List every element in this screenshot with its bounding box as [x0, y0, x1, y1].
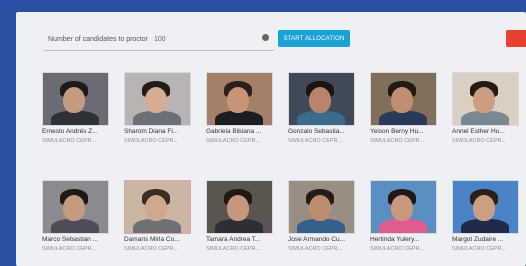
person-face: [391, 87, 413, 113]
candidate-tile[interactable]: Hertinda Yulery... SIMULACRO CEPR...: [370, 180, 442, 260]
candidate-tile[interactable]: Damaris Mirla Co... SIMULACRO CEPR...: [124, 180, 196, 260]
candidate-exam: SIMULACRO CEPR...: [124, 138, 179, 144]
candidate-tile[interactable]: Tamara Andrea T... SIMULACRO CEPR...: [206, 180, 278, 260]
candidate-tile[interactable]: Annel Esther Hu... SIMULACRO CEPR...: [452, 72, 524, 152]
person-body: [51, 111, 99, 125]
candidate-tile[interactable]: Gonzalo Sebastia... SIMULACRO CEPR...: [288, 72, 360, 152]
candidate-name: Hertinda Yulery...: [370, 236, 420, 243]
candidate-count-label: Number of candidates to proctor: [48, 35, 148, 43]
webcam-thumbnail[interactable]: [42, 180, 109, 234]
person-body: [297, 219, 345, 233]
candidate-name: Damaris Mirla Co...: [124, 236, 180, 243]
person-body: [297, 111, 345, 125]
red-action-button[interactable]: [506, 30, 526, 47]
webcam-thumbnail[interactable]: [370, 72, 437, 126]
webcam-thumbnail[interactable]: [452, 180, 519, 234]
person-body: [215, 111, 263, 125]
candidate-exam: SIMULACRO CEPR...: [124, 246, 179, 252]
controls-bar: Number of candidates to proctor 100 STAR…: [16, 28, 526, 52]
person-face: [473, 87, 495, 113]
webcam-thumbnail[interactable]: [288, 72, 355, 126]
webcam-thumbnail[interactable]: [206, 180, 273, 234]
webcam-thumbnail[interactable]: [206, 72, 273, 126]
candidate-count-value: 100: [154, 35, 166, 43]
webcam-thumbnail[interactable]: [452, 72, 519, 126]
person-face: [227, 195, 249, 221]
person-body: [133, 111, 181, 125]
candidate-exam: SIMULACRO CEPR...: [42, 246, 97, 252]
person-body: [461, 111, 509, 125]
candidate-exam: SIMULACRO CEPR...: [452, 138, 507, 144]
candidate-name: Gonzalo Sebastia...: [288, 128, 345, 135]
slider-knob-icon[interactable]: [262, 34, 269, 41]
person-face: [145, 195, 167, 221]
person-face: [309, 87, 331, 113]
webcam-thumbnail[interactable]: [42, 72, 109, 126]
start-allocation-button[interactable]: START ALLOCATION: [278, 30, 350, 47]
candidate-tile[interactable]: Gabriela Bibiana ... SIMULACRO CEPR...: [206, 72, 278, 152]
candidate-exam: SIMULACRO CEPR...: [370, 138, 425, 144]
webcam-thumbnail[interactable]: [124, 180, 191, 234]
person-body: [51, 219, 99, 233]
candidate-exam: SIMULACRO CEPR...: [206, 138, 261, 144]
candidate-exam: SIMULACRO CEPR...: [288, 138, 343, 144]
webcam-thumbnail[interactable]: [288, 180, 355, 234]
candidate-name: Tamara Andrea T...: [206, 236, 261, 243]
candidate-tile[interactable]: Marco Sebastian ... SIMULACRO CEPR...: [42, 180, 114, 260]
candidate-exam: SIMULACRO CEPR...: [288, 246, 343, 252]
candidate-tile[interactable]: Ernesto Andrés Z... SIMULACRO CEPR...: [42, 72, 114, 152]
candidate-exam: SIMULACRO CEPR...: [206, 246, 261, 252]
candidate-exam: SIMULACRO CEPR...: [42, 138, 97, 144]
person-body: [379, 219, 427, 233]
candidate-name: Ernesto Andrés Z...: [42, 128, 98, 135]
person-body: [379, 111, 427, 125]
candidate-name: Margot Zudaire ...: [452, 236, 504, 243]
candidate-name: Gabriela Bibiana ...: [206, 128, 262, 135]
candidate-tile[interactable]: Jose Armando Cu... SIMULACRO CEPR...: [288, 180, 360, 260]
person-face: [309, 195, 331, 221]
candidate-tile[interactable]: Sharom Diana Fl... SIMULACRO CEPR...: [124, 72, 196, 152]
candidate-row-2: Marco Sebastian ... SIMULACRO CEPR... Dama…: [42, 180, 526, 260]
person-face: [63, 195, 85, 221]
person-body: [133, 219, 181, 233]
candidate-count-field[interactable]: Number of candidates to proctor 100: [44, 28, 274, 51]
person-face: [145, 87, 167, 113]
candidate-name: Marco Sebastian ...: [42, 236, 98, 243]
webcam-thumbnail[interactable]: [124, 72, 191, 126]
candidate-exam: SIMULACRO CEPR...: [370, 246, 425, 252]
webcam-thumbnail[interactable]: [370, 180, 437, 234]
person-face: [473, 195, 495, 221]
candidate-name: Jose Armando Cu...: [288, 236, 346, 243]
proctor-panel: Number of candidates to proctor 100 STAR…: [16, 12, 526, 266]
person-face: [391, 195, 413, 221]
candidate-exam: SIMULACRO CEPR...: [452, 246, 507, 252]
person-body: [461, 219, 509, 233]
candidate-name: Sharom Diana Fl...: [124, 128, 179, 135]
person-body: [215, 219, 263, 233]
candidate-tile[interactable]: Yeison Berny Hu... SIMULACRO CEPR...: [370, 72, 442, 152]
candidate-name: Yeison Berny Hu...: [370, 128, 424, 135]
candidate-name: Annel Esther Hu...: [452, 128, 505, 135]
person-face: [227, 87, 249, 113]
candidate-row-1: Ernesto Andrés Z... SIMULACRO CEPR... Shar…: [42, 72, 526, 152]
candidate-tile[interactable]: Margot Zudaire ... SIMULACRO CEPR...: [452, 180, 524, 260]
person-face: [63, 87, 85, 113]
